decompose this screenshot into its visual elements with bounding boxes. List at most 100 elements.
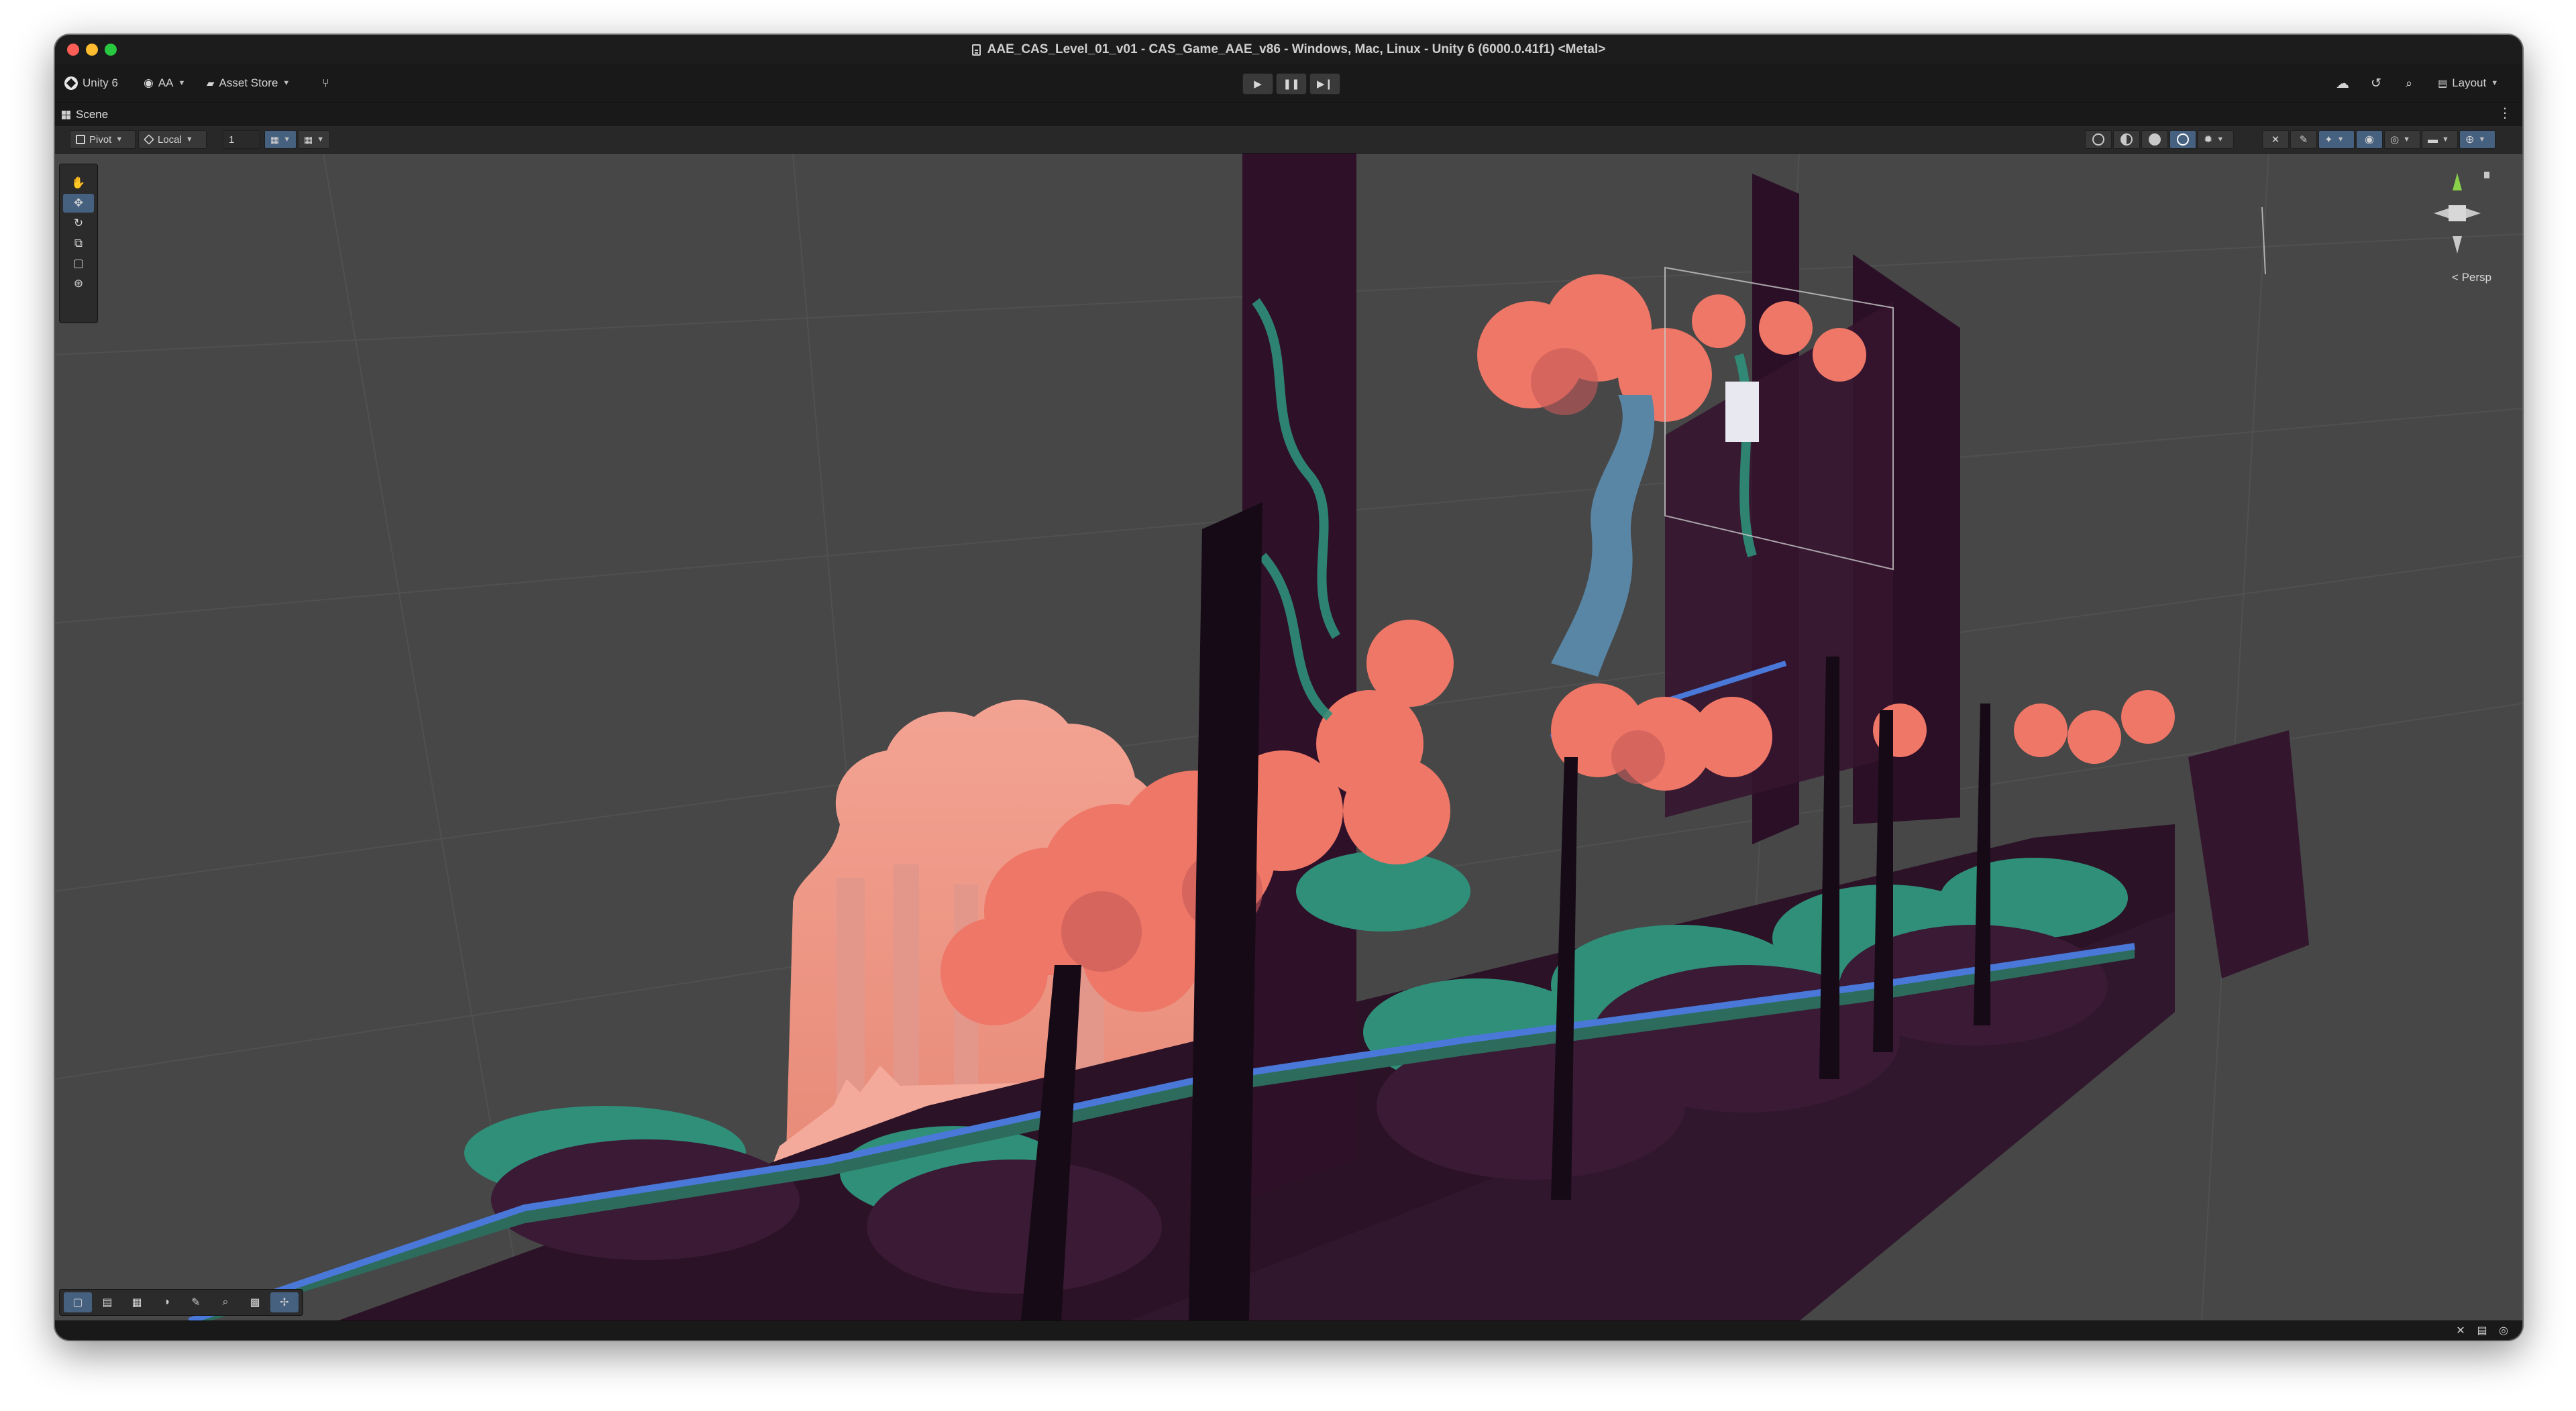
shaded-wireframe-icon (2121, 133, 2133, 146)
unity-editor-window: AAE_CAS_Level_01_v01 - CAS_Game_AAE_v86 … (55, 35, 2522, 1340)
grid-paint-icon: ▦ (131, 1297, 142, 1308)
orbit-icon: ◑ (163, 1296, 170, 1308)
scene-grid-icon (62, 110, 70, 119)
picker-button[interactable]: ✎ (182, 1292, 210, 1312)
chevron-down-icon: ▼ (317, 135, 325, 144)
projection-label-area[interactable]: < Persp (2452, 271, 2491, 284)
zoom-button[interactable]: ⌕ (211, 1292, 239, 1312)
transform-tool-button[interactable]: ⊛ (63, 274, 94, 293)
paint-grid-button[interactable]: ▦ (123, 1292, 151, 1312)
scene-viewport[interactable] (55, 154, 2522, 1321)
grid-visibility-toggle[interactable]: ▦ ▼ (298, 130, 330, 149)
draw-mode-shaded-button[interactable] (2141, 130, 2168, 149)
draw-mode-shaded-wireframe-button[interactable] (2113, 130, 2140, 149)
fx-toggle-button[interactable]: ✎ (2290, 130, 2317, 149)
chevron-down-icon: ▼ (283, 135, 291, 144)
snap-button[interactable]: ✢ (270, 1292, 299, 1312)
eye-icon: ◉ (2365, 134, 2374, 146)
scene-signpost (1725, 382, 1759, 442)
build-icon[interactable]: ▤ (2475, 1324, 2489, 1337)
audio-muted-icon: ✕ (2271, 134, 2280, 146)
snap-increment-field[interactable]: 1 (223, 130, 260, 149)
eyedropper-icon: ✎ (191, 1297, 201, 1308)
tilemap-button[interactable]: ▤ (93, 1292, 121, 1312)
scene-visibility-toggle[interactable]: ◉ (2356, 130, 2383, 149)
rect-tool-button[interactable]: ▢ (63, 254, 94, 273)
draw-mode-wireframe-button[interactable] (2085, 130, 2112, 149)
unlit-sphere-icon (2177, 133, 2189, 146)
layout-dropdown[interactable]: ▤ Layout ▼ (2438, 64, 2498, 102)
chevron-down-icon: ▼ (2491, 79, 2499, 87)
draw-mode-unlit-button[interactable] (2169, 130, 2196, 149)
gizmos-dropdown[interactable]: ⊕ ▼ (2459, 130, 2496, 149)
grid-snap-toggle[interactable]: ▦ ▼ (264, 130, 297, 149)
unity-menu-button[interactable]: Unity 6 (64, 64, 118, 102)
camera-settings-dropdown[interactable]: ▬ ▼ (2422, 130, 2458, 149)
palette-button[interactable]: ▩ (241, 1292, 269, 1312)
debug-off-icon[interactable]: ✕ (2454, 1324, 2467, 1337)
move-tool-button[interactable]: ✥ (63, 194, 94, 213)
account-dropdown[interactable]: ◉ AA ▼ (144, 64, 185, 102)
unity-label: Unity 6 (83, 76, 118, 89)
move-arrows-icon: ✥ (73, 196, 84, 209)
asset-store-dropdown[interactable]: ▰ Asset Store ▼ (207, 64, 290, 102)
scene-tab-bar: Scene ⋮ (55, 102, 2522, 127)
rotate-tool-button[interactable]: ↻ (63, 214, 94, 233)
history-icon: ↺ (2371, 76, 2381, 91)
more-options-icon[interactable]: ⋮ (2498, 107, 2512, 120)
scale-tool-button[interactable]: ⧉ (63, 234, 94, 253)
window-title-area: AAE_CAS_Level_01_v01 - CAS_Game_AAE_v86 … (55, 35, 2522, 64)
main-toolbar: Unity 6 ◉ AA ▼ ▰ Asset Store ▼ ⑂ ▶ ❚❚ ▶❙… (55, 64, 2522, 102)
projection-arrow-icon: < (2451, 271, 2459, 284)
shopping-bag-icon: ▰ (207, 78, 215, 89)
orbit-button[interactable]: ◑ (152, 1292, 180, 1312)
pivot-label: Pivot (89, 133, 112, 146)
play-button[interactable]: ▶ (1242, 73, 1273, 95)
local-dropdown[interactable]: Local ▼ (138, 130, 207, 149)
status-bar: ✕ ▤ ◎ (55, 1320, 2522, 1340)
bottom-overlay-toolbar: ▢ ▤ ▦ ◑ ✎ ⌕ ▩ ✢ (59, 1289, 303, 1316)
rotate-icon: ↻ (73, 217, 84, 229)
tools-overlay: ✋ ✥ ↻ ⧉ ▢ ⊛ (59, 164, 98, 323)
playmode-controls: ▶ ❚❚ ▶❙ (1242, 73, 1340, 95)
version-control-button[interactable]: ⑂ (322, 64, 329, 102)
unity-logo-icon (64, 76, 78, 90)
projection-label: Persp (2461, 271, 2491, 284)
chevron-down-icon: ▼ (2442, 135, 2449, 144)
light-bulb-icon: ✹ (2204, 134, 2213, 146)
rect-transform-icon: ▢ (72, 257, 85, 270)
snap-increment-value: 1 (229, 133, 235, 146)
chevron-down-icon: ▼ (2337, 135, 2345, 144)
pause-button[interactable]: ❚❚ (1276, 73, 1307, 95)
chevron-down-icon: ▼ (282, 79, 290, 87)
tab-scene[interactable]: Scene (62, 103, 108, 127)
lighting-dropdown[interactable]: ✹ ▼ (2198, 130, 2234, 149)
step-icon: ▶❙ (1316, 78, 1334, 90)
shaded-sphere-icon (2149, 133, 2161, 146)
pivot-dropdown[interactable]: Pivot ▼ (70, 130, 136, 149)
hidden-objects-dropdown[interactable]: ◎ ▼ (2384, 130, 2420, 149)
status-check-icon[interactable]: ◎ (2497, 1324, 2510, 1337)
step-button[interactable]: ▶❙ (1309, 73, 1340, 95)
window-title: AAE_CAS_Level_01_v01 - CAS_Game_AAE_v86 … (987, 42, 1606, 56)
layout-label: Layout (2452, 76, 2487, 89)
chevron-down-icon: ▼ (115, 135, 123, 144)
document-icon (971, 44, 981, 56)
chevron-down-icon: ▼ (185, 135, 193, 144)
rect-select-icon: ▢ (72, 1297, 83, 1308)
chevron-down-icon: ▼ (2478, 135, 2486, 144)
asset-store-label: Asset Store (219, 76, 278, 89)
search-button[interactable]: ⌕ (2406, 64, 2412, 102)
scene-view-toolbar: Pivot ▼ Local ▼ 1 ▦ ▼ ▦ ▼ ✹ ▼ ✕ ✎ ✦ ▼ ◉ … (55, 126, 2522, 154)
effects-dropdown[interactable]: ✦ ▼ (2318, 130, 2355, 149)
account-icon: ◉ (144, 76, 154, 89)
2d-toggle-button[interactable]: ✕ (2262, 130, 2289, 149)
view-tool-button[interactable]: ✋ (63, 174, 94, 192)
sky-effects-icon: ✦ (2324, 134, 2333, 146)
search-icon: ⌕ (2406, 76, 2413, 90)
rect-select-button[interactable]: ▢ (64, 1292, 92, 1312)
magnifier-icon: ⌕ (222, 1296, 229, 1308)
undo-history-button[interactable]: ↺ (2371, 64, 2381, 102)
chevron-down-icon: ▼ (2216, 135, 2224, 144)
cloud-button[interactable]: ☁ (2336, 64, 2349, 102)
